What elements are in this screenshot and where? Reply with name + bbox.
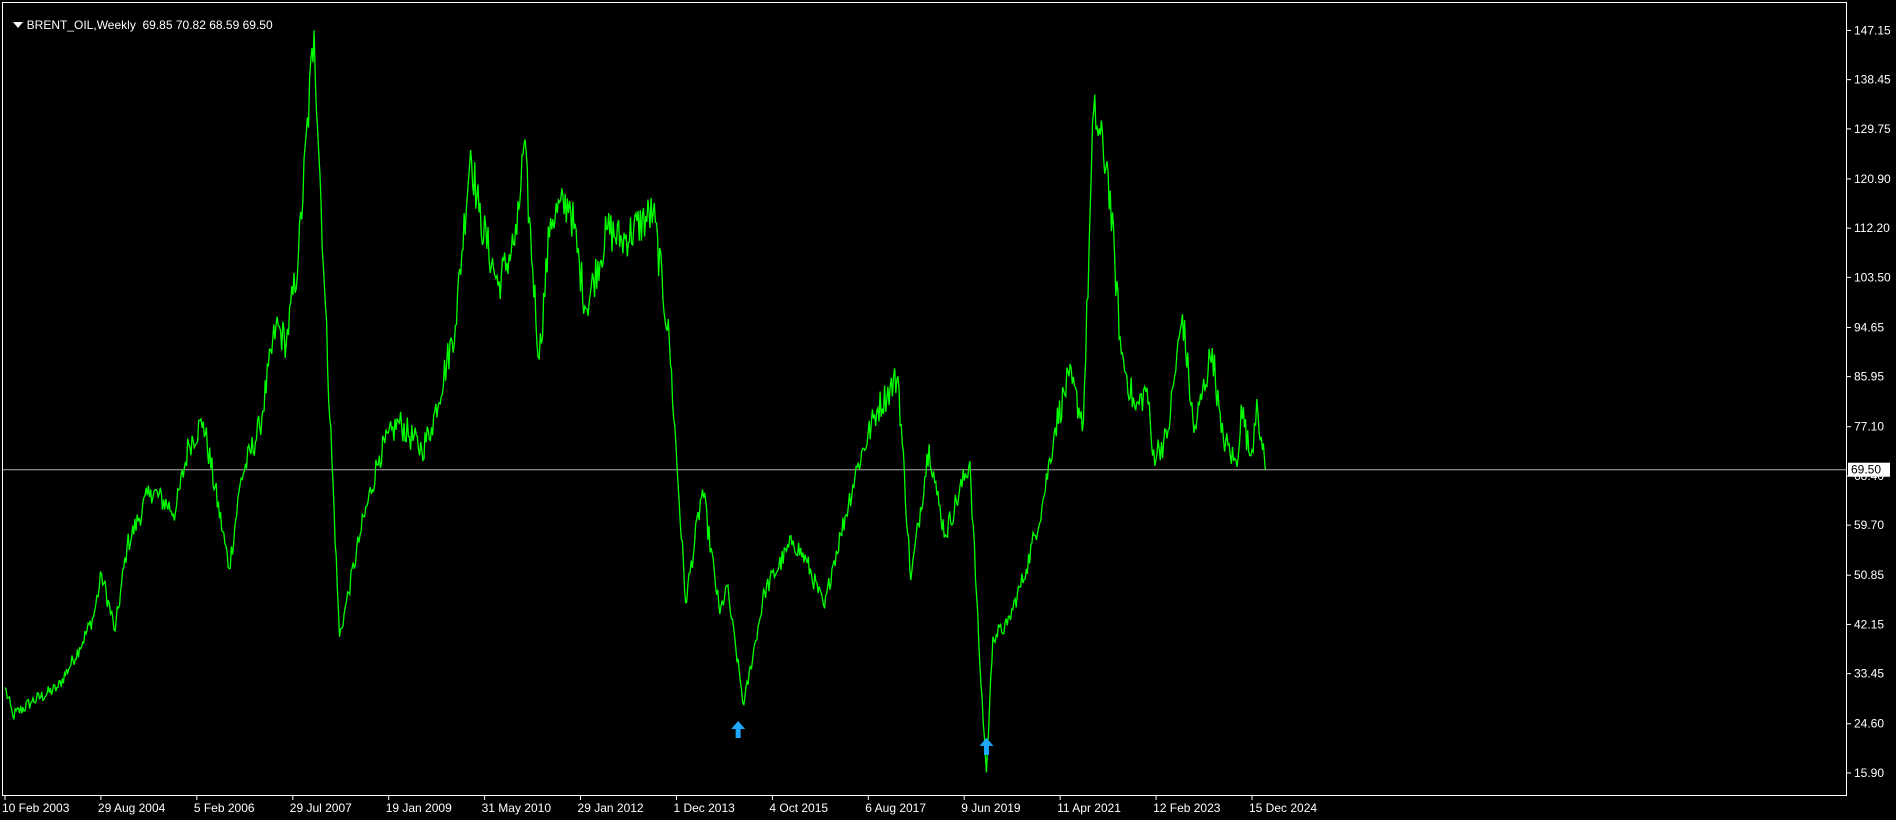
y-tick-label: 33.45 [1854, 667, 1884, 681]
y-tick-label: 24.60 [1854, 717, 1884, 731]
arrow-up-icon [731, 720, 746, 738]
y-tick-label: 42.15 [1854, 617, 1884, 631]
y-tick-label: 77.10 [1854, 420, 1884, 434]
y-tick-label: 147.15 [1854, 23, 1891, 37]
x-tick-label: 11 Apr 2021 [1057, 801, 1121, 815]
markers [731, 720, 994, 755]
y-tick-label: 129.75 [1854, 122, 1891, 136]
y-tick-label: 59.70 [1854, 518, 1884, 532]
x-tick-label: 12 Feb 2023 [1153, 801, 1221, 815]
x-axis: 10 Feb 2003 29 Aug 2004 5 Feb 2006 29 Jul 2… [2, 795, 1317, 815]
y-tick-label: 94.65 [1854, 320, 1884, 334]
price-series-line [4, 30, 1266, 773]
x-tick-label: 4 Oct 2015 [769, 801, 828, 815]
y-tick-label: 112.20 [1854, 221, 1890, 235]
current-price-label: 69.50 [1848, 462, 1890, 477]
x-tick-label: 9 Jun 2019 [961, 801, 1021, 815]
y-tick-label: 138.45 [1854, 73, 1891, 87]
x-tick-label: 29 Aug 2004 [98, 801, 166, 815]
arrow-up-icon [979, 737, 994, 755]
current-price-text: 69.50 [1851, 463, 1881, 477]
x-tick-label: 10 Feb 2003 [2, 801, 70, 815]
plot-frame [2, 2, 1847, 796]
price-chart[interactable]: 147.15 138.45 129.75 120.90 112.20 103.50 94.6… [0, 0, 1896, 820]
y-tick-label: 85.95 [1854, 370, 1884, 384]
x-tick-label: 19 Jan 2009 [386, 801, 452, 815]
x-tick-label: 31 May 2010 [482, 801, 552, 815]
x-tick-label: 6 Aug 2017 [865, 801, 926, 815]
y-axis: 147.15 138.45 129.75 120.90 112.20 103.50 94.6… [1846, 23, 1891, 780]
y-tick-label: 103.50 [1854, 270, 1891, 284]
x-tick-label: 29 Jul 2007 [290, 801, 352, 815]
x-tick-label: 29 Jan 2012 [578, 801, 644, 815]
x-tick-label: 15 Dec 2024 [1249, 801, 1317, 815]
x-tick-label: 1 Dec 2013 [673, 801, 735, 815]
x-tick-label: 5 Feb 2006 [194, 801, 255, 815]
y-tick-label: 15.90 [1854, 766, 1884, 780]
y-tick-label: 50.85 [1854, 568, 1884, 582]
y-tick-label: 120.90 [1854, 172, 1891, 186]
